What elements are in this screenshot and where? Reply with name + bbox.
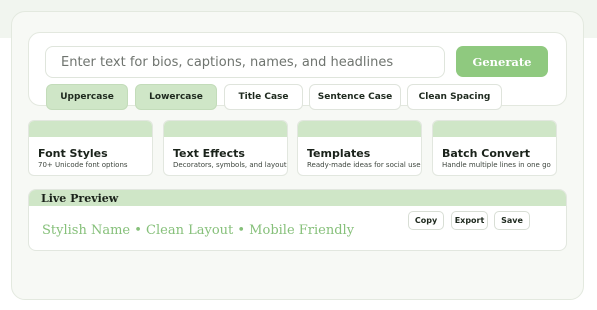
generate-button[interactable]: Generate (456, 46, 548, 77)
preview-output-text: Stylish Name • Clean Layout • Mobile Fri… (42, 223, 355, 238)
card-description: Handle multiple lines in one go (442, 161, 551, 169)
tool-card-batch-convert[interactable]: Batch Convert Handle multiple lines in o… (432, 120, 557, 176)
card-description: Decorators, symbols, and layout tools (173, 161, 287, 169)
copy-button[interactable]: Copy (408, 211, 444, 230)
card-description: Ready-made ideas for social use (307, 161, 421, 169)
card-description: 70+ Unicode font options (38, 161, 128, 169)
card-accent-bar (433, 121, 556, 137)
card-title: Font Styles (38, 147, 108, 160)
card-title: Templates (307, 147, 371, 160)
sentence-case-button[interactable]: Sentence Case (309, 84, 401, 110)
card-title: Batch Convert (442, 147, 531, 160)
card-accent-bar (298, 121, 421, 137)
uppercase-button[interactable]: Uppercase (46, 84, 128, 110)
text-input[interactable] (45, 46, 445, 78)
clean-spacing-button[interactable]: Clean Spacing (407, 84, 502, 110)
card-title: Text Effects (173, 147, 245, 160)
lowercase-button[interactable]: Lowercase (135, 84, 217, 110)
tool-card-font-styles[interactable]: Font Styles 70+ Unicode font options (28, 120, 153, 176)
card-accent-bar (29, 121, 152, 137)
tool-card-text-effects[interactable]: Text Effects Decorators, symbols, and la… (163, 120, 288, 176)
export-button[interactable]: Export (451, 211, 488, 230)
save-button[interactable]: Save (494, 211, 530, 230)
title-case-button[interactable]: Title Case (224, 84, 303, 110)
card-accent-bar (164, 121, 287, 137)
preview-title: Live Preview (41, 192, 119, 205)
tool-card-templates[interactable]: Templates Ready-made ideas for social us… (297, 120, 422, 176)
